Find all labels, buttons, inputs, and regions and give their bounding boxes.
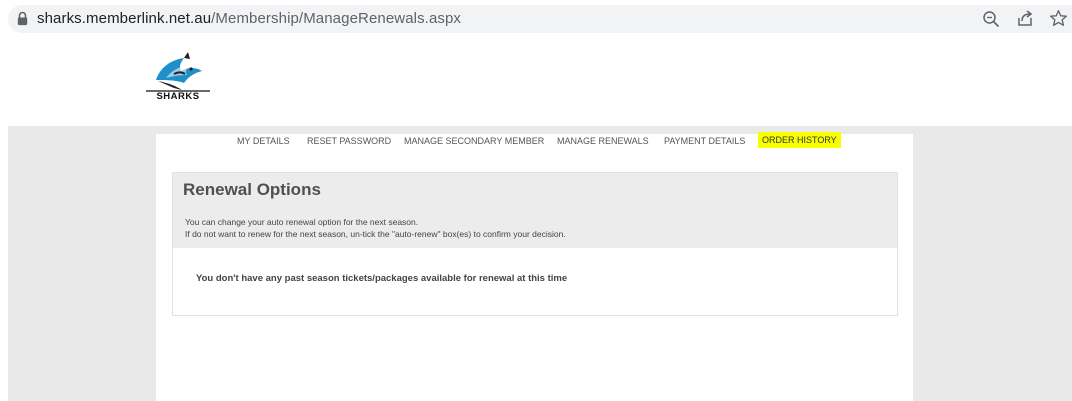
renewal-description-line2: If do not want to renew for the next sea…	[185, 229, 566, 239]
renewal-title: Renewal Options	[183, 180, 321, 199]
nav-manage-renewals[interactable]: MANAGE RENEWALS	[557, 134, 649, 148]
nav-payment-details[interactable]: PAYMENT DETAILS	[664, 134, 745, 148]
nav-order-history[interactable]: ORDER HISTORY	[758, 132, 841, 148]
star-icon[interactable]	[1049, 9, 1068, 28]
nav-reset-password[interactable]: RESET PASSWORD	[307, 134, 391, 148]
no-renewals-message: You don't have any past season tickets/p…	[196, 273, 568, 284]
renewal-header: Renewal Options You can change your auto…	[173, 173, 897, 248]
browser-address-bar: sharks.memberlink.net.au/Membership/Mana…	[0, 0, 1072, 38]
share-icon[interactable]	[1016, 9, 1034, 27]
renewal-options-panel: Renewal Options You can change your auto…	[172, 172, 898, 316]
url-path: /Membership/ManageRenewals.aspx	[211, 10, 462, 27]
url-text[interactable]: sharks.memberlink.net.au/Membership/Mana…	[37, 10, 461, 28]
nav-manage-secondary-member[interactable]: MANAGE SECONDARY MEMBER	[404, 134, 544, 148]
nav-my-details[interactable]: MY DETAILS	[237, 134, 290, 148]
url-host: sharks.memberlink.net.au	[37, 10, 212, 27]
renewal-description-line1: You can change your auto renewal option …	[185, 217, 419, 227]
lock-icon[interactable]	[17, 11, 28, 26]
sharks-logo[interactable]: SHARKS	[144, 50, 214, 102]
svg-text:SHARKS: SHARKS	[156, 91, 199, 102]
zoom-icon[interactable]	[982, 10, 1000, 28]
